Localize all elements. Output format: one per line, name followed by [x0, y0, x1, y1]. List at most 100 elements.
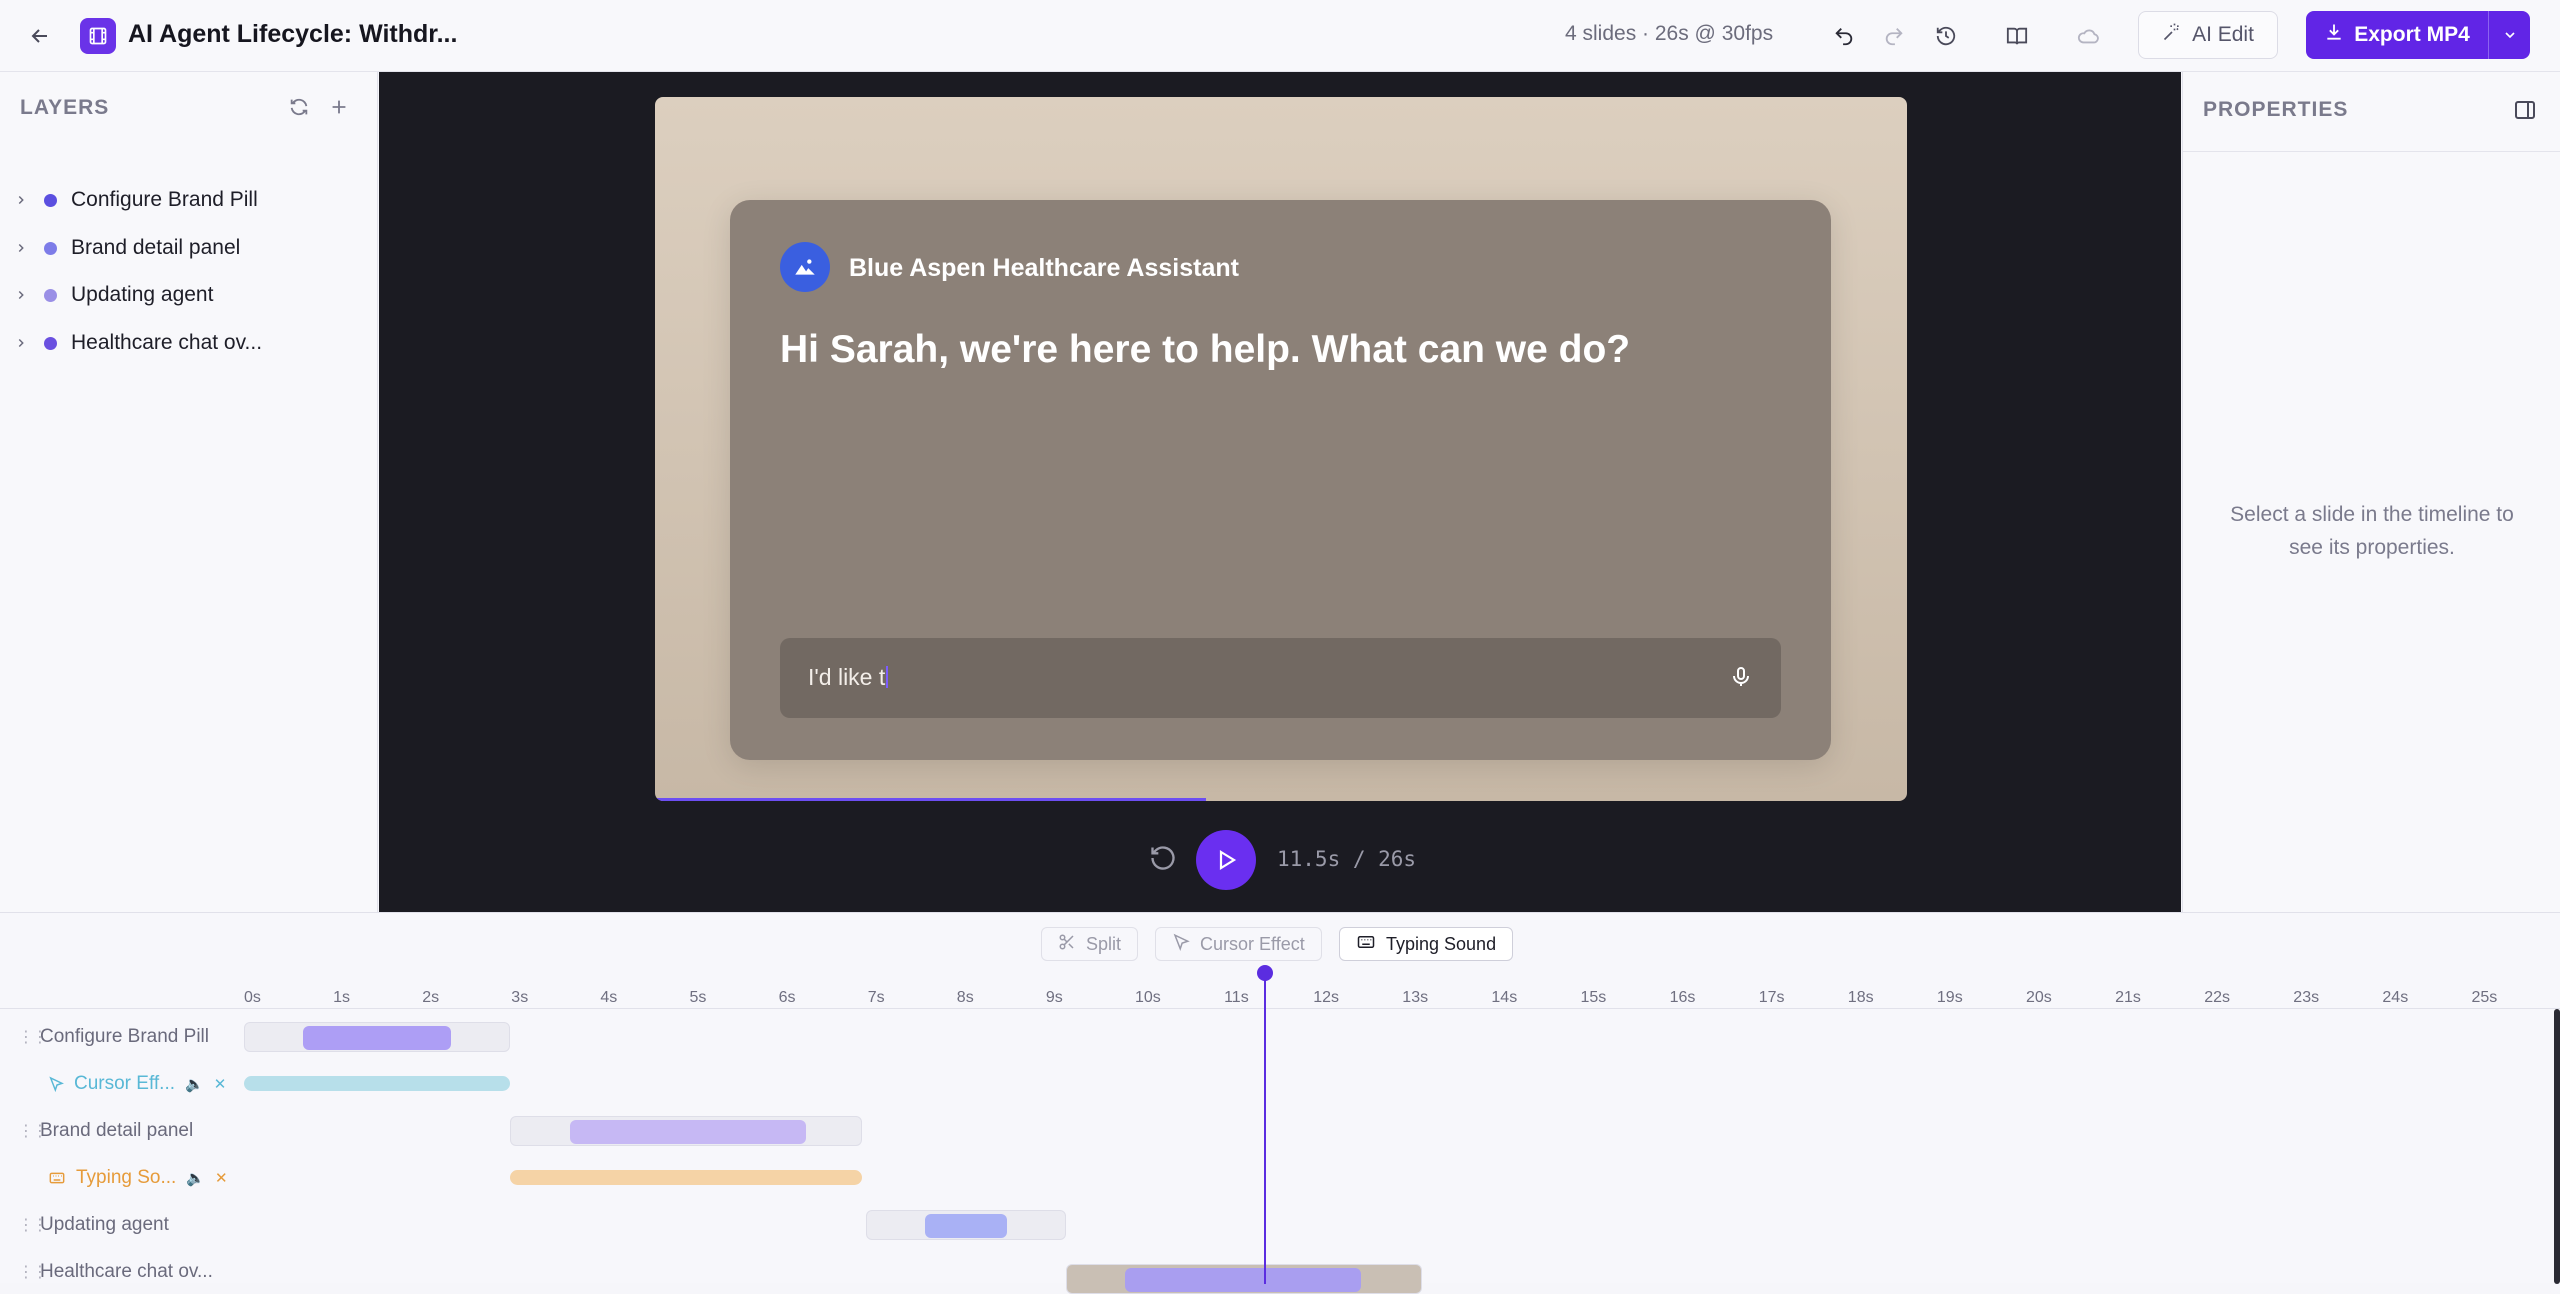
project-meta: 4 slides · 26s @ 30fps — [1565, 22, 1774, 45]
time-tick: 18s — [1847, 989, 1874, 1006]
cursor-effect-button[interactable]: Cursor Effect — [1155, 927, 1322, 961]
layers-panel: LAYERS Configure Brand Pill Brand detail… — [0, 72, 378, 912]
slide-clip[interactable] — [510, 1116, 862, 1146]
play-button[interactable] — [1196, 830, 1256, 890]
back-arrow-icon[interactable] — [24, 20, 56, 52]
cursor-effect-clip[interactable] — [244, 1076, 510, 1091]
track-label[interactable]: ⋮⋮ Configure Brand Pill — [0, 1022, 209, 1052]
sub-track-label[interactable]: Typing So... 🔈 ✕ — [0, 1163, 228, 1193]
time-tick: 19s — [1936, 989, 1963, 1006]
keyboard-icon — [48, 1170, 66, 1186]
slide-clip[interactable] — [1066, 1264, 1422, 1294]
redo-icon[interactable] — [1876, 18, 1912, 54]
playhead[interactable] — [1264, 969, 1266, 1284]
chevron-right-icon[interactable] — [14, 336, 34, 350]
chat-input-text: I'd like t — [808, 664, 889, 691]
replay-icon[interactable] — [1149, 844, 1177, 877]
time-tick: 12s — [1313, 989, 1339, 1006]
cursor-arrow-icon — [48, 1076, 64, 1092]
layer-color-dot — [44, 288, 57, 302]
time-tick: 2s — [422, 989, 440, 1006]
slide-clip[interactable] — [244, 1022, 510, 1052]
layer-item[interactable]: Brand detail panel — [0, 226, 378, 270]
time-tick: 11s — [1224, 989, 1249, 1006]
sub-track-label[interactable]: Cursor Eff... 🔈 ✕ — [0, 1069, 226, 1099]
export-button[interactable]: Export MP4 — [2306, 11, 2488, 59]
drag-handle-icon[interactable]: ⋮⋮ — [18, 1027, 48, 1047]
timeline: Split Cursor Effect Typing Sound 0s 1s 2s 3… — [0, 912, 2560, 1294]
remove-icon[interactable]: ✕ — [214, 1075, 227, 1093]
time-tick: 20s — [2026, 989, 2052, 1006]
time-tick: 4s — [600, 989, 618, 1006]
time-tick: 5s — [689, 989, 707, 1006]
export-options-chevron-icon[interactable] — [2488, 11, 2530, 59]
track-name: Updating agent — [40, 1214, 169, 1235]
time-tick: 22s — [2204, 989, 2230, 1006]
time-ruler[interactable]: 0s 1s 2s 3s 4s 5s 6s 7s 8s 9s 10s 11s 12s 13s 14s 15s 16… — [0, 969, 2560, 1009]
download-icon — [2324, 22, 2344, 48]
play-icon — [1219, 850, 1237, 870]
typing-sound-button[interactable]: Typing Sound — [1339, 927, 1514, 961]
add-layer-icon[interactable] — [328, 96, 350, 123]
properties-panel: PROPERTIES Select a slide in the timelin… — [2182, 72, 2560, 912]
split-button[interactable]: Split — [1041, 927, 1139, 961]
time-tick: 16s — [1669, 989, 1696, 1006]
volume-icon[interactable]: 🔈 — [185, 1075, 204, 1093]
drag-handle-icon[interactable]: ⋮⋮ — [18, 1215, 48, 1235]
undo-icon[interactable] — [1826, 18, 1862, 54]
properties-empty-text: Select a slide in the timeline to see it… — [2230, 503, 2514, 559]
properties-heading: PROPERTIES — [2203, 98, 2349, 121]
keyboard-icon — [1356, 933, 1376, 956]
layer-item[interactable]: Updating agent — [0, 273, 378, 317]
track-label[interactable]: ⋮⋮ Updating agent — [0, 1210, 169, 1240]
time-tick: 3s — [511, 989, 529, 1006]
export-label: Export MP4 — [2354, 23, 2470, 46]
time-tick: 0s — [244, 989, 261, 1006]
refresh-icon[interactable] — [288, 96, 310, 123]
text-caret — [886, 666, 889, 688]
layer-label: Healthcare chat ov... — [71, 331, 263, 354]
cursor-effect-label: Cursor Effect — [1200, 933, 1305, 954]
playback-progress — [655, 798, 1206, 801]
layer-color-dot — [44, 336, 57, 350]
chevron-right-icon[interactable] — [14, 193, 34, 207]
drag-handle-icon[interactable]: ⋮⋮ — [18, 1262, 48, 1282]
layer-label: Updating agent — [71, 283, 214, 306]
timeline-toolbar: Split Cursor Effect Typing Sound — [0, 927, 2560, 961]
slide-clip-body — [925, 1214, 1007, 1238]
track-label[interactable]: ⋮⋮ Brand detail panel — [0, 1116, 193, 1146]
history-icon[interactable] — [1928, 18, 1964, 54]
slide-clip-body — [303, 1026, 451, 1050]
time-tick: 23s — [2293, 989, 2320, 1006]
layer-item[interactable]: Healthcare chat ov... — [0, 321, 378, 365]
book-icon[interactable] — [1999, 18, 2035, 54]
slide-clip[interactable] — [866, 1210, 1066, 1240]
slide-clip-body — [1125, 1268, 1361, 1292]
layers-heading: LAYERS — [20, 96, 110, 119]
microphone-icon[interactable] — [1729, 663, 1753, 696]
sub-track-name: Typing So... — [76, 1167, 177, 1188]
panel-toggle-icon[interactable] — [2513, 98, 2537, 127]
chat-input[interactable]: I'd like t — [780, 638, 1781, 718]
chevron-right-icon[interactable] — [14, 288, 34, 302]
time-tick: 8s — [956, 989, 974, 1006]
slide-canvas[interactable]: Blue Aspen Healthcare Assistant Hi Sarah… — [655, 97, 1907, 801]
cloud-icon[interactable] — [2070, 18, 2106, 54]
slide-clip-body — [570, 1120, 806, 1144]
track-name: Brand detail panel — [40, 1120, 194, 1141]
typing-sound-clip[interactable] — [510, 1170, 862, 1185]
drag-handle-icon[interactable]: ⋮⋮ — [18, 1121, 48, 1141]
time-tick: 17s — [1758, 989, 1785, 1006]
volume-icon[interactable]: 🔈 — [186, 1169, 205, 1187]
chat-card: Blue Aspen Healthcare Assistant Hi Sarah… — [730, 200, 1831, 760]
time-tick: 7s — [867, 989, 885, 1006]
sub-track-name: Cursor Eff... — [74, 1073, 176, 1094]
timeline-scrollbar[interactable] — [2554, 1009, 2560, 1284]
chevron-right-icon[interactable] — [14, 241, 34, 255]
playhead-handle[interactable] — [1257, 965, 1273, 981]
export-button-group: Export MP4 — [2306, 11, 2530, 59]
remove-icon[interactable]: ✕ — [215, 1169, 228, 1187]
layer-color-dot — [44, 193, 57, 207]
layer-item[interactable]: Configure Brand Pill — [0, 178, 378, 222]
ai-edit-button[interactable]: AI Edit — [2138, 11, 2278, 59]
